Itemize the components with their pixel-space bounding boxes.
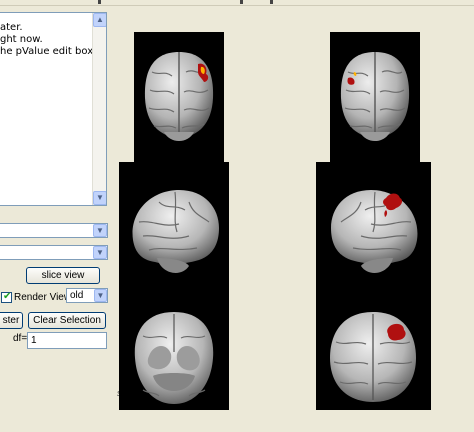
- check-icon: ✔: [3, 291, 12, 302]
- brain-view-left-lateral[interactable]: [119, 162, 229, 306]
- render-view-checkbox[interactable]: ✔: [1, 291, 12, 303]
- dropdown-1[interactable]: ▼: [0, 223, 108, 238]
- chevron-down-icon[interactable]: ▼: [93, 246, 107, 259]
- log-line: he pValue edit box.: [0, 46, 97, 57]
- dropdown-2[interactable]: ▼: [0, 245, 108, 260]
- control-panel: ater. ght now. he pValue edit box. ▲ ▼ ▼…: [0, 6, 111, 432]
- chevron-up-icon[interactable]: ▲: [93, 13, 106, 27]
- chevron-down-icon[interactable]: ▼: [94, 289, 107, 302]
- menu-mark: [270, 0, 273, 4]
- brain-view-inferior[interactable]: [119, 306, 229, 410]
- slice-view-button[interactable]: slice view: [26, 267, 100, 284]
- log-scrollbar[interactable]: ▲ ▼: [92, 13, 106, 205]
- brain-view-posterior[interactable]: [134, 32, 224, 164]
- render-viewer[interactable]: ster: [111, 6, 474, 432]
- brain-view-anterior[interactable]: [330, 32, 420, 164]
- chevron-down-icon[interactable]: ▼: [93, 224, 107, 237]
- brain-view-right-lateral[interactable]: [316, 162, 431, 306]
- brain-view-superior[interactable]: [316, 306, 431, 410]
- log-line: ater.: [0, 22, 23, 33]
- menu-mark: [98, 0, 101, 4]
- render-mode-value: old: [70, 290, 84, 301]
- log-line: ght now.: [0, 34, 43, 45]
- render-mode-select[interactable]: old ▼: [66, 288, 108, 303]
- df-input[interactable]: 1: [27, 332, 107, 349]
- df-value: 1: [31, 335, 37, 346]
- clear-selection-button[interactable]: Clear Selection: [28, 312, 106, 329]
- df-label: df=: [13, 333, 28, 344]
- render-view-label: Render View: [14, 292, 72, 303]
- menu-mark: [240, 0, 243, 4]
- log-textbox[interactable]: ater. ght now. he pValue edit box. ▲ ▼: [0, 12, 107, 206]
- chevron-down-icon[interactable]: ▼: [93, 191, 106, 205]
- cluster-button[interactable]: ster: [0, 312, 23, 329]
- app-window: ater. ght now. he pValue edit box. ▲ ▼ ▼…: [0, 0, 474, 432]
